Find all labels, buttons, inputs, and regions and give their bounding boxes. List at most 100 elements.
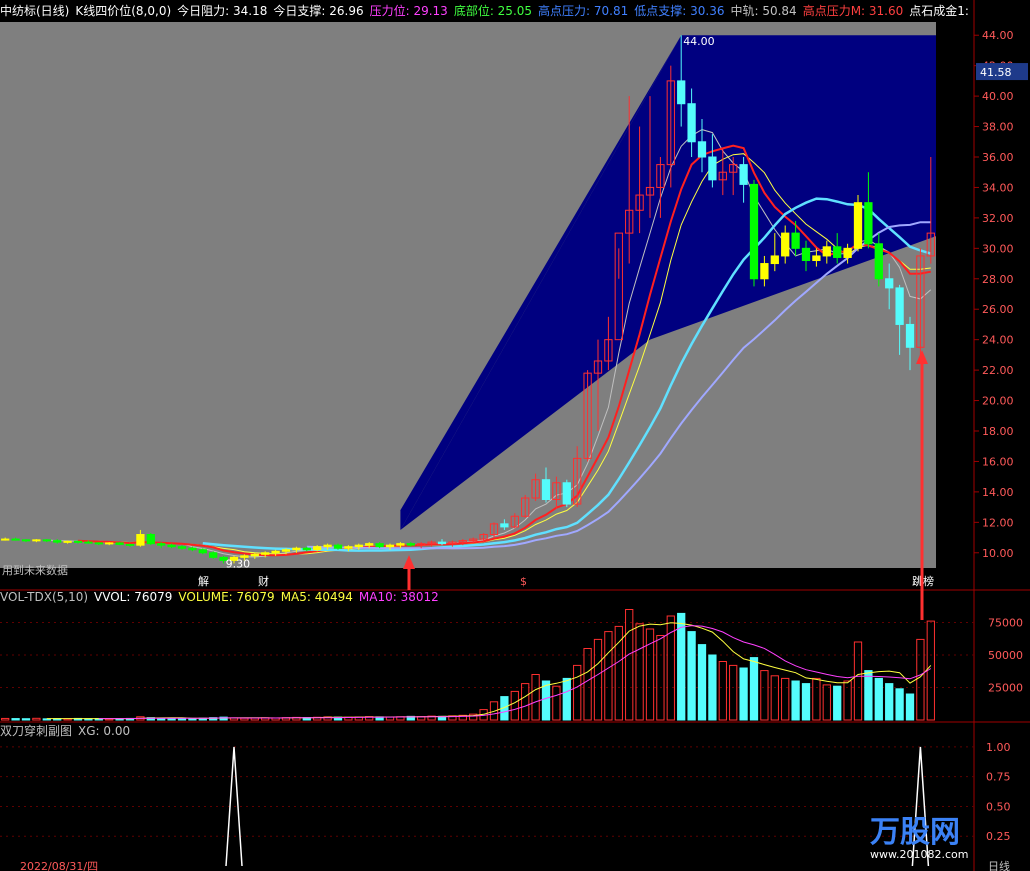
candle-body: [895, 287, 904, 325]
candle-body: [302, 547, 311, 551]
candle-body: [167, 544, 176, 548]
volume-bar: [916, 638, 925, 721]
volume-bar: [812, 677, 821, 721]
y-tick-label: 38.00: [982, 121, 1014, 134]
candle-body: [843, 247, 852, 258]
candle-body: [21, 539, 31, 542]
candle-body: [864, 202, 873, 245]
volume-bar: [552, 685, 561, 721]
candle-body: [11, 538, 20, 541]
y-tick-label: 12.00: [982, 516, 1014, 529]
volume-bar: [833, 685, 842, 721]
volume-bar: [697, 644, 707, 721]
candle-body: [313, 546, 322, 551]
candle-body: [261, 552, 270, 555]
candle-body: [42, 539, 51, 542]
candle-body: [344, 546, 353, 549]
volume-bar: [791, 680, 800, 721]
volume-bar: [687, 631, 696, 721]
y-tick-label: 20.00: [982, 395, 1014, 408]
y-tick-label: 24.00: [982, 334, 1014, 347]
candle-body: [905, 323, 915, 348]
candle-body: [188, 547, 197, 551]
candle-body: [94, 542, 103, 545]
candle-body: [791, 232, 800, 249]
low-label: 9.30: [226, 557, 251, 570]
y-tick-label: 36.00: [982, 151, 1014, 164]
volume-bar: [656, 635, 665, 721]
candle-body: [105, 542, 114, 545]
volume-bar: [718, 661, 727, 721]
candle-body: [209, 552, 218, 558]
candle-body: [333, 544, 343, 549]
volume-bar: [604, 631, 613, 721]
volume-bar: [895, 688, 904, 721]
y-tick-label: 22.00: [982, 364, 1014, 377]
candle-body: [323, 544, 332, 548]
volume-bar: [822, 684, 831, 721]
watermark-logo: 万股网: [870, 815, 960, 850]
y-tick-label: 40.00: [982, 90, 1014, 103]
candle-body: [562, 482, 571, 505]
volume-bar: [801, 683, 811, 721]
candle-body: [770, 255, 779, 265]
candle-body: [125, 543, 135, 546]
y-tick-label: 34.00: [982, 181, 1014, 194]
candle-body: [822, 246, 831, 257]
marker-cai: 财: [258, 574, 269, 588]
volume-bar: [864, 670, 873, 721]
volume-bar: [11, 718, 20, 721]
candle-body: [292, 547, 301, 551]
candle-body: [500, 523, 509, 528]
candle-body: [812, 255, 821, 262]
volume-bar: [593, 638, 603, 721]
volume-bar: [874, 677, 883, 721]
xg-tick-label: 1.00: [986, 741, 1011, 754]
volume-bar: [531, 674, 540, 721]
period-label: 日线: [988, 859, 1010, 871]
candle-body: [781, 232, 790, 257]
marker-jie: 解: [198, 574, 209, 588]
y-tick-label: 44.00: [982, 29, 1014, 42]
watermark-url: www.201082.com: [870, 848, 968, 861]
volume-bar: [625, 609, 634, 721]
candle-body: [32, 539, 41, 542]
candle-body: [396, 543, 405, 546]
volume-bar: [521, 683, 530, 721]
candle-body: [885, 278, 894, 289]
y-tick-label: 10.00: [982, 547, 1014, 560]
candle-body: [84, 541, 93, 544]
volume-bar: [770, 675, 779, 721]
xg-tick-label: 0.25: [986, 830, 1011, 843]
y-tick-label: 26.00: [982, 303, 1014, 316]
date-label: 2022/08/31/四: [20, 860, 98, 871]
candle-body: [63, 540, 72, 543]
candle-body: [874, 243, 883, 280]
volume-bar: [760, 670, 769, 721]
volume-bar: [635, 623, 644, 721]
volume-bar: [729, 664, 738, 721]
volume-bar: [1, 717, 10, 721]
volume-bar: [614, 625, 623, 721]
volume-bar: [573, 664, 582, 721]
candle-body: [697, 141, 707, 158]
candle-body: [853, 202, 863, 249]
candle-body: [146, 534, 155, 545]
candle-body: [749, 183, 759, 280]
candle-body: [177, 546, 187, 549]
candle-body: [437, 541, 447, 545]
candle-body: [1, 538, 10, 541]
candle-body: [136, 534, 145, 546]
vol-tick-label: 50000: [988, 649, 1023, 662]
last-price-label: 41.58: [980, 66, 1012, 79]
peak-label: 44.00: [683, 35, 715, 48]
stock-chart[interactable]: 44.0042.0040.0038.0036.0034.0032.0030.00…: [0, 0, 1030, 871]
y-tick-label: 32.00: [982, 212, 1014, 225]
volume-bar: [781, 677, 790, 721]
volume-bar: [32, 717, 41, 721]
marker-dollar: $: [520, 575, 527, 588]
candle-body: [354, 544, 363, 548]
y-tick-label: 18.00: [982, 425, 1014, 438]
volume-bar: [853, 641, 863, 721]
candle-body: [365, 543, 374, 546]
